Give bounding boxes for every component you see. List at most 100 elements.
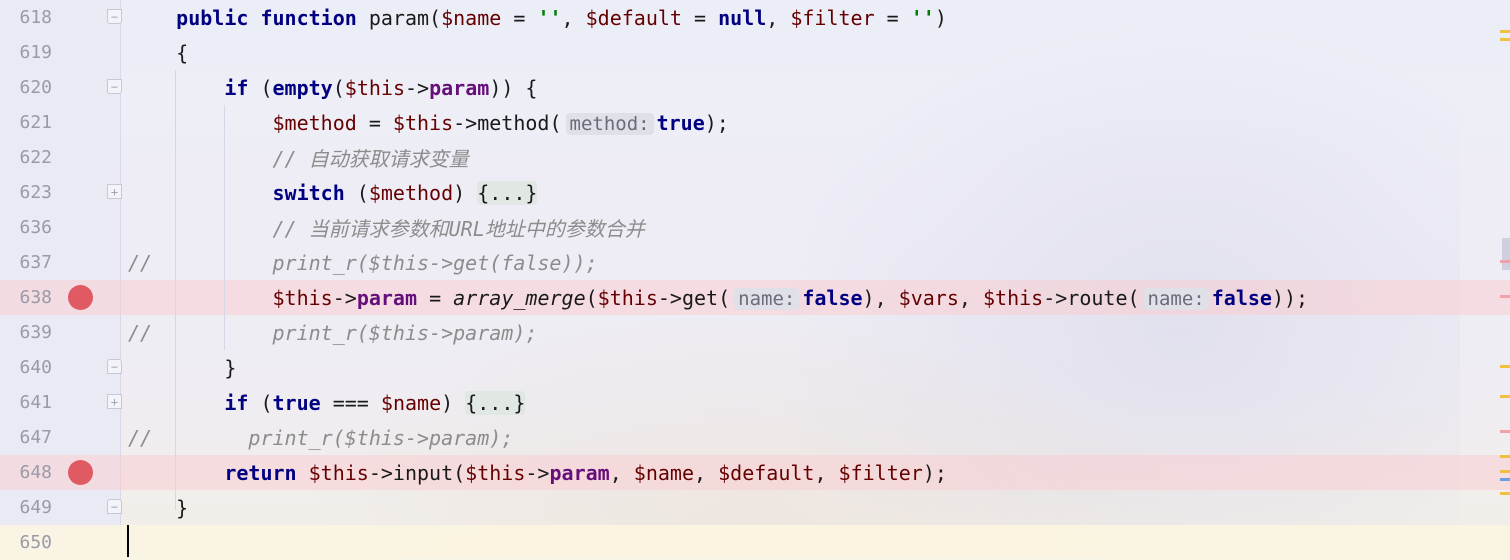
code-token: // 当前请求参数和URL地址中的参数合并 (272, 217, 645, 241)
code-token: } (128, 355, 237, 380)
code-text[interactable]: $method = $this->method(method: true); (128, 111, 729, 135)
code-token: param (429, 75, 490, 100)
code-token: $name (441, 5, 502, 30)
code-token: param( (356, 5, 442, 30)
code-line[interactable]: 649 − } (0, 490, 1510, 525)
code-token: // print_r($this->get(false)); (128, 250, 598, 275)
code-line[interactable]: 640 − } (0, 350, 1510, 385)
line-number[interactable]: 619 (0, 42, 52, 63)
scroll-marker[interactable] (1500, 455, 1510, 458)
code-token: , (814, 460, 839, 485)
code-token: $this (982, 285, 1044, 310)
code-line[interactable]: 641 + if (true === $name) {...} (0, 385, 1510, 420)
parameter-hint: name: (734, 287, 800, 310)
code-line[interactable]: 623 + switch ($method) {...} (0, 175, 1510, 210)
line-number[interactable]: 649 (0, 497, 52, 518)
code-line[interactable]: 639 // print_r($this->param); (0, 315, 1510, 350)
scroll-marker[interactable] (1500, 478, 1510, 481)
indent-guide (224, 105, 225, 350)
code-text[interactable]: return $this->input($this->param, $name,… (128, 461, 947, 485)
code-line[interactable]: 638 $this->param = array_merge($this->ge… (0, 280, 1510, 315)
code-line[interactable]: 618 − public function param($name = '', $… (0, 0, 1510, 35)
scroll-marker[interactable] (1500, 365, 1510, 368)
code-token: $method (368, 180, 454, 205)
code-token: $this (308, 460, 369, 485)
code-token: === (320, 390, 381, 415)
fold-expand-icon[interactable]: + (107, 184, 122, 199)
code-token: $this (344, 75, 405, 100)
code-text[interactable]: // 自动获取请求变量 (128, 143, 469, 172)
code-token: ( (248, 390, 273, 415)
code-text[interactable]: // print_r($this->param); (128, 321, 537, 345)
line-number[interactable]: 648 (0, 462, 52, 483)
code-token: return (224, 460, 297, 485)
line-number[interactable]: 639 (0, 322, 52, 343)
line-number[interactable]: 636 (0, 217, 52, 238)
line-number[interactable]: 623 (0, 182, 52, 203)
scroll-marker[interactable] (1500, 295, 1510, 298)
code-text[interactable]: if (true === $name) {...} (128, 390, 526, 415)
code-text[interactable]: // print_r($this->param); (128, 426, 513, 450)
code-text[interactable]: // 当前请求参数和URL地址中的参数合并 (128, 213, 645, 242)
code-line[interactable]: 650 (0, 525, 1510, 560)
scroll-marker[interactable] (1500, 470, 1510, 473)
code-token: $this (392, 110, 454, 135)
line-number[interactable]: 640 (0, 357, 52, 378)
breakpoint-icon[interactable] (68, 285, 93, 310)
code-text[interactable]: { (128, 41, 188, 65)
fold-collapse-icon[interactable]: − (107, 9, 122, 24)
fold-collapse-icon[interactable]: − (107, 499, 122, 514)
code-line[interactable]: 647 // print_r($this->param); (0, 420, 1510, 455)
code-token: $default (718, 460, 815, 485)
code-token: switch (272, 180, 345, 205)
line-number[interactable]: 650 (0, 532, 52, 553)
code-line[interactable]: 622 // 自动获取请求变量 (0, 140, 1510, 175)
scroll-marker[interactable] (1500, 492, 1510, 495)
code-line[interactable]: 648 return $this->input($this->param, $n… (0, 455, 1510, 490)
code-token: ), (862, 285, 899, 310)
line-number[interactable]: 638 (0, 287, 52, 308)
breakpoint-icon[interactable] (68, 460, 93, 485)
code-text[interactable]: $this->param = array_merge($this->get(na… (128, 286, 1308, 310)
code-token: false (1211, 285, 1272, 310)
scroll-marker[interactable] (1500, 30, 1510, 33)
line-number[interactable]: 641 (0, 392, 52, 413)
code-token: ->method( (453, 110, 562, 135)
fold-expand-icon[interactable]: + (107, 394, 122, 409)
code-token: '' (537, 5, 562, 30)
folded-region[interactable]: {...} (477, 180, 538, 205)
code-token: , (958, 285, 983, 310)
fold-collapse-icon[interactable]: − (107, 359, 122, 374)
scroll-marker[interactable] (1500, 260, 1510, 263)
line-number[interactable]: 647 (0, 427, 52, 448)
code-line[interactable]: 637 // print_r($this->get(false)); (0, 245, 1510, 280)
parameter-hint: name: (1143, 287, 1209, 310)
code-text[interactable]: } (128, 356, 236, 380)
folded-region[interactable]: {...} (465, 390, 526, 415)
scroll-marker[interactable] (1500, 395, 1510, 398)
code-text[interactable]: // print_r($this->get(false)); (128, 251, 598, 275)
line-number[interactable]: 621 (0, 112, 52, 133)
line-number[interactable]: 620 (0, 77, 52, 98)
scroll-marker[interactable] (1500, 430, 1510, 433)
code-line[interactable]: 619 { (0, 35, 1510, 70)
code-text[interactable]: switch ($method) {...} (128, 180, 538, 205)
code-token: = (874, 5, 911, 30)
code-text[interactable]: public function param($name = '', $defau… (128, 6, 947, 30)
line-number[interactable]: 618 (0, 7, 52, 28)
code-line[interactable]: 636 // 当前请求参数和URL地址中的参数合并 (0, 210, 1510, 245)
code-line[interactable]: 621 $method = $this->method(method: true)… (0, 105, 1510, 140)
code-line[interactable]: 620 − if (empty($this->param)) { (0, 70, 1510, 105)
code-token: public (176, 5, 249, 30)
code-token: -> (332, 285, 357, 310)
line-number[interactable]: 637 (0, 252, 52, 273)
fold-collapse-icon[interactable]: − (107, 79, 122, 94)
code-text[interactable]: } (128, 496, 188, 520)
scroll-marker[interactable] (1500, 38, 1510, 41)
line-number[interactable]: 622 (0, 147, 52, 168)
code-text[interactable]: if (empty($this->param)) { (128, 76, 537, 100)
scrollbar-thumb[interactable] (1502, 238, 1510, 270)
